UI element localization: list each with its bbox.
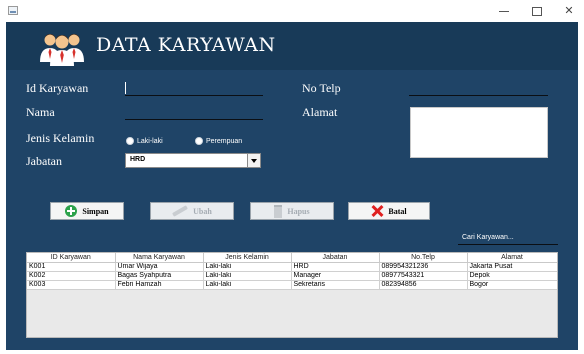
jabatan-selected-value: HRD xyxy=(130,156,146,163)
table-row[interactable]: K001 Umar Wijaya Laki-laki HRD 089954321… xyxy=(27,262,557,272)
pencil-icon xyxy=(172,205,189,217)
table-cell: Bagas Syahputra xyxy=(115,271,204,281)
search-label: Cari Karyawan... xyxy=(462,234,514,241)
x-icon xyxy=(371,205,383,217)
jabatan-label: Jabatan xyxy=(26,154,62,168)
id-karyawan-label: Id Karyawan xyxy=(26,81,89,95)
table-cell: Bogor xyxy=(467,280,557,290)
table-cell: 08977543321 xyxy=(379,271,468,281)
chevron-down-icon[interactable] xyxy=(247,154,260,167)
radio-label-perempuan: Perempuan xyxy=(206,137,243,145)
window-titlebar: ✕ xyxy=(0,0,584,22)
minimize-button[interactable] xyxy=(493,3,515,19)
minimize-icon xyxy=(499,11,509,12)
simpan-label: Simpan xyxy=(82,206,109,216)
table-cell: 082394856 xyxy=(379,280,468,290)
radio-dot-laki-laki[interactable] xyxy=(126,137,134,145)
id-karyawan-input[interactable] xyxy=(125,81,263,96)
employees-group-icon xyxy=(40,34,84,66)
jenis-kelamin-label: Jenis Kelamin xyxy=(26,131,95,145)
column-header[interactable]: No.Telp xyxy=(379,253,468,263)
header-bar xyxy=(6,22,578,70)
table-cell: 089954321236 xyxy=(379,262,468,272)
table-cell: Laki-laki xyxy=(203,271,292,281)
table-row[interactable]: K002 Bagas Syahputra Laki-laki Manager 0… xyxy=(27,271,557,281)
table-cell: Sekretaris xyxy=(291,280,380,290)
table-cell: K001 xyxy=(27,262,116,272)
search-input[interactable] xyxy=(458,244,558,245)
hapus-label: Hapus xyxy=(287,206,310,216)
no-telp-input[interactable] xyxy=(409,81,548,96)
alamat-textarea[interactable] xyxy=(410,107,548,158)
page-title: DATA KARYAWAN xyxy=(96,34,276,56)
employee-table[interactable]: ID Karyawan Nama Karyawan Jenis Kelamin … xyxy=(26,252,558,338)
simpan-button[interactable]: Simpan xyxy=(50,202,124,220)
column-header[interactable]: Nama Karyawan xyxy=(115,253,204,263)
alamat-label: Alamat xyxy=(302,105,338,119)
plus-icon xyxy=(65,205,78,217)
java-app-icon xyxy=(8,6,18,15)
table-row[interactable]: K003 Febri Hamzah Laki-laki Sekretaris 0… xyxy=(27,280,557,290)
text-cursor xyxy=(125,82,126,94)
radio-perempuan[interactable]: Perempuan xyxy=(195,135,242,147)
table-header-row: ID Karyawan Nama Karyawan Jenis Kelamin … xyxy=(27,253,557,263)
table-cell: Laki-laki xyxy=(203,280,292,290)
table-cell: Jakarta Pusat xyxy=(467,262,557,272)
nama-input[interactable] xyxy=(125,105,263,120)
ubah-label: Ubah xyxy=(193,206,212,216)
table-cell: Laki-laki xyxy=(203,262,292,272)
batal-label: Batal xyxy=(388,206,407,216)
jabatan-select[interactable]: HRD xyxy=(125,153,261,168)
column-header[interactable]: ID Karyawan xyxy=(27,253,116,263)
table-cell: Umar Wijaya xyxy=(115,262,204,272)
table-cell: K002 xyxy=(27,271,116,281)
radio-laki-laki[interactable]: Laki-laki xyxy=(126,135,163,147)
close-button[interactable]: ✕ xyxy=(558,3,580,19)
column-header[interactable]: Alamat xyxy=(467,253,557,263)
table-cell: Depok xyxy=(467,271,557,281)
column-header[interactable]: Jenis Kelamin xyxy=(203,253,292,263)
radio-dot-perempuan[interactable] xyxy=(195,137,203,145)
maximize-icon xyxy=(532,7,542,16)
batal-button[interactable]: Batal xyxy=(348,202,430,220)
ubah-button[interactable]: Ubah xyxy=(150,202,234,220)
radio-label-laki-laki: Laki-laki xyxy=(137,137,163,145)
column-header[interactable]: Jabatan xyxy=(291,253,380,263)
table-cell: Manager xyxy=(291,271,380,281)
table-cell: K003 xyxy=(27,280,116,290)
hapus-button[interactable]: Hapus xyxy=(250,202,334,220)
maximize-button[interactable] xyxy=(526,3,548,19)
trash-icon xyxy=(274,204,283,218)
no-telp-label: No Telp xyxy=(302,81,341,95)
table-cell: HRD xyxy=(291,262,380,272)
table-cell: Febri Hamzah xyxy=(115,280,204,290)
nama-label: Nama xyxy=(26,105,55,119)
